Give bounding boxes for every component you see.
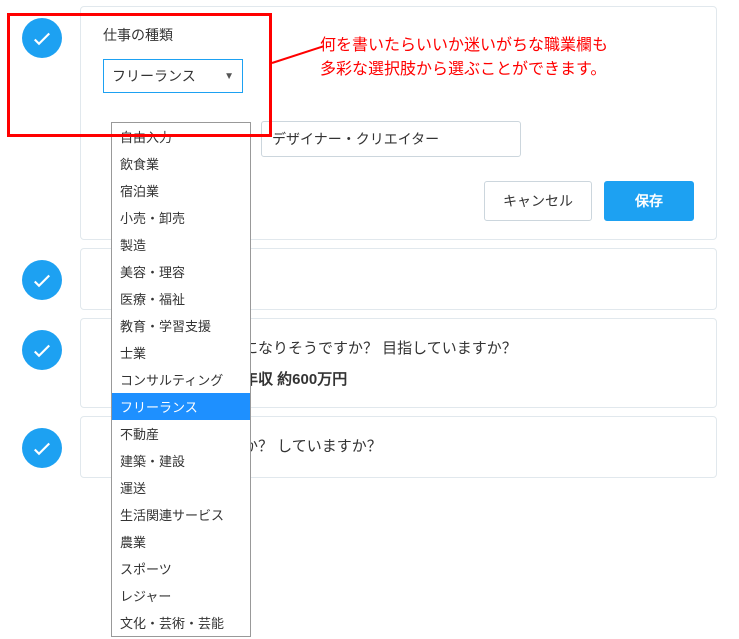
dropdown-option[interactable]: 小売・卸売	[112, 204, 250, 231]
dropdown-option[interactable]: 建築・建設	[112, 447, 250, 474]
check-icon	[22, 18, 62, 58]
dropdown-option[interactable]: 士業	[112, 339, 250, 366]
dropdown-option[interactable]: 製造	[112, 231, 250, 258]
dropdown-option[interactable]: 農業	[112, 528, 250, 555]
dropdown-option[interactable]: レジャー	[112, 582, 250, 609]
dropdown-option[interactable]: 自由入力	[112, 123, 250, 150]
job-type-selected: フリーランス	[112, 66, 196, 86]
dropdown-option[interactable]: 教育・学習支援	[112, 312, 250, 339]
check-icon	[22, 428, 62, 468]
dropdown-option[interactable]: 不動産	[112, 420, 250, 447]
dropdown-option[interactable]: 文化・芸術・芸能	[112, 609, 250, 636]
dropdown-option[interactable]: 生活関連サービス	[112, 501, 250, 528]
job-type-dropdown[interactable]: 自由入力飲食業宿泊業小売・卸売製造美容・理容医療・福祉教育・学習支援士業コンサル…	[111, 122, 251, 637]
dropdown-option[interactable]: フリーランス	[112, 393, 250, 420]
job-type-select[interactable]: フリーランス ▼	[103, 59, 243, 93]
check-icon	[22, 260, 62, 300]
save-button[interactable]: 保存	[604, 181, 694, 221]
dropdown-option[interactable]: コンサルティング	[112, 366, 250, 393]
dropdown-option[interactable]: 運送	[112, 474, 250, 501]
annotation-text: 何を書いたらいいか迷いがちな職業欄も 多彩な選択肢から選ぶことができます。	[320, 34, 608, 82]
dropdown-option[interactable]: 宿泊業	[112, 177, 250, 204]
dropdown-option[interactable]: 飲食業	[112, 150, 250, 177]
dropdown-option[interactable]: スポーツ	[112, 555, 250, 582]
dropdown-option[interactable]: 美容・理容	[112, 258, 250, 285]
cancel-button[interactable]: キャンセル	[484, 181, 592, 221]
chevron-down-icon: ▼	[224, 71, 234, 82]
dropdown-option[interactable]: 医療・福祉	[112, 285, 250, 312]
check-icon	[22, 330, 62, 370]
job-role-input[interactable]: デザイナー・クリエイター	[261, 121, 521, 157]
